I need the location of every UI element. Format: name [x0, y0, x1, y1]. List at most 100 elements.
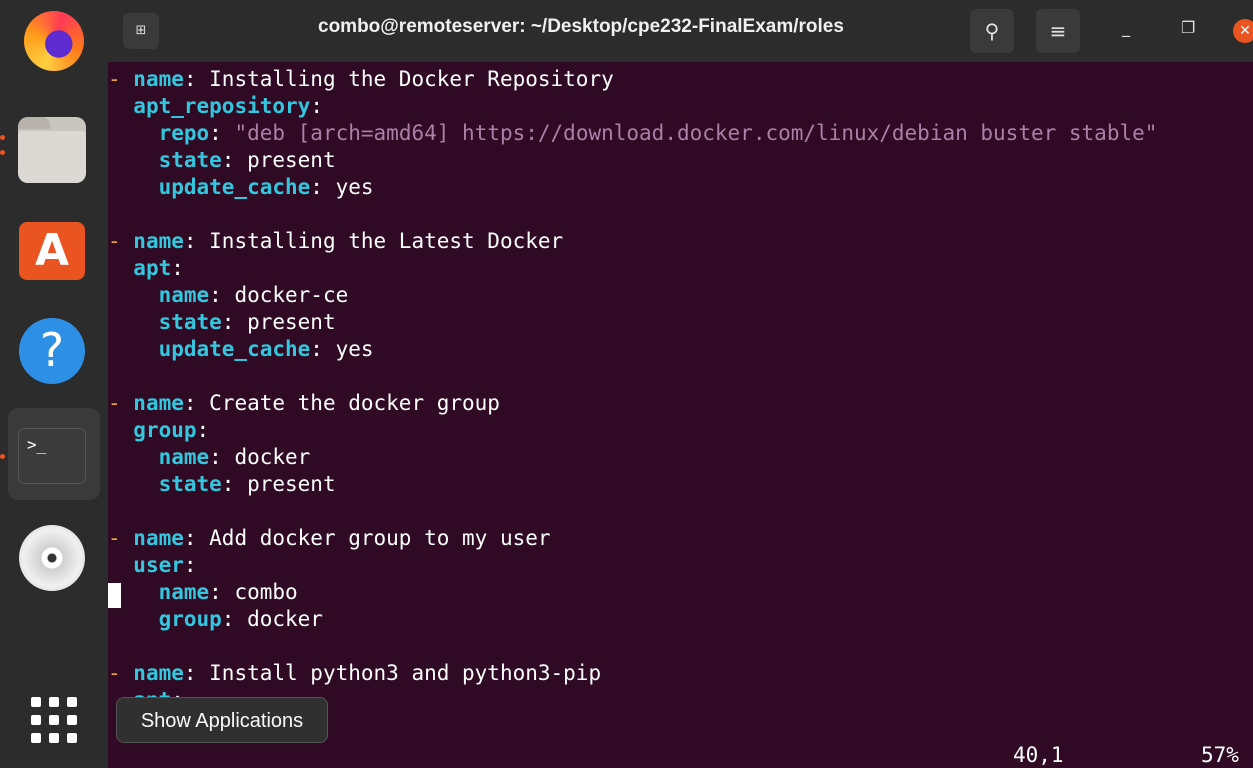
- app-grid-icon[interactable]: [31, 697, 77, 743]
- line-text: :: [196, 418, 210, 442]
- restore-button[interactable]: ❐: [1181, 18, 1195, 37]
- yaml-key: name: [133, 67, 184, 91]
- grid-dot: [49, 697, 59, 707]
- line-text: [108, 94, 133, 118]
- line-text: :: [209, 121, 235, 145]
- line-text: [108, 553, 133, 577]
- yaml-key: state: [158, 148, 222, 172]
- restore-icon: ❐: [1181, 18, 1196, 37]
- yaml-key: name: [158, 445, 210, 469]
- show-applications-tooltip: Show Applications: [116, 697, 328, 743]
- editor-line: name: docker: [108, 444, 311, 471]
- yaml-key: update_cache: [158, 337, 311, 361]
- help-glyph: ?: [39, 323, 65, 377]
- close-button[interactable]: ✕: [1233, 19, 1253, 43]
- yaml-key: name: [133, 526, 184, 550]
- line-text: : Installing the Docker Repository: [183, 67, 614, 91]
- line-text: : present: [221, 310, 336, 334]
- grid-dot: [67, 697, 77, 707]
- editor-line: repo: "deb [arch=amd64] https://download…: [108, 120, 1158, 147]
- line-text: [108, 175, 159, 199]
- grid-dot: [67, 715, 77, 725]
- optical-disc-icon[interactable]: [19, 525, 85, 591]
- new-tab-icon: ⊞: [135, 23, 147, 38]
- list-dash: -: [108, 67, 134, 91]
- editor-line: apt:: [108, 255, 184, 282]
- new-tab-button[interactable]: ⊞: [123, 13, 159, 49]
- editor-line: update_cache: yes: [108, 336, 374, 363]
- line-text: [108, 148, 159, 172]
- yaml-key: update_cache: [158, 175, 311, 199]
- help-icon[interactable]: ?: [19, 318, 85, 384]
- line-text: : Installing the Latest Docker: [183, 229, 564, 253]
- editor-line: state: present: [108, 471, 336, 498]
- grid-dot: [31, 715, 41, 725]
- yaml-key: name: [133, 661, 184, 685]
- terminal-icon[interactable]: >_: [18, 428, 86, 484]
- line-text: :: [171, 256, 184, 280]
- line-text: : Add docker group to my user: [183, 526, 551, 550]
- terminal-titlebar: ⊞ combo@remoteserver: ~/Desktop/cpe232-F…: [108, 0, 1253, 62]
- editor-line: name: combo: [108, 579, 298, 606]
- line-text: : present: [221, 148, 336, 172]
- list-dash: -: [108, 229, 134, 253]
- line-text: [108, 472, 159, 496]
- yaml-key: name: [158, 580, 210, 604]
- editor-line: state: present: [108, 309, 336, 336]
- yaml-key: user: [133, 553, 184, 577]
- dock: A ? >_: [0, 0, 108, 768]
- software-store-icon[interactable]: A: [19, 222, 85, 280]
- vim-editor[interactable]: - name: Installing the Docker Repository…: [108, 66, 1253, 746]
- line-text: :: [310, 94, 323, 118]
- files-icon[interactable]: [18, 117, 86, 183]
- cursor-position: 40,1: [1013, 743, 1064, 767]
- line-text: [108, 580, 159, 604]
- editor-line: group: docker: [108, 606, 323, 633]
- minimize-icon: _: [1122, 18, 1130, 37]
- line-text: [108, 256, 133, 280]
- line-text: [108, 310, 159, 334]
- terminal-glyph: >_: [27, 435, 47, 454]
- grid-dot: [31, 697, 41, 707]
- grid-dot: [31, 733, 41, 743]
- yaml-key: apt_repository: [133, 94, 311, 118]
- close-icon: ✕: [1239, 23, 1251, 39]
- editor-line: group:: [108, 417, 209, 444]
- yaml-key: group: [133, 418, 197, 442]
- line-text: : docker-ce: [209, 283, 349, 307]
- list-dash: -: [108, 661, 134, 685]
- line-text: : present: [221, 472, 336, 496]
- list-dash: -: [108, 391, 134, 415]
- line-text: [108, 337, 159, 361]
- running-indicator: [0, 135, 5, 140]
- file-percent: 57%: [1201, 743, 1239, 767]
- editor-line: user:: [108, 552, 197, 579]
- line-text: : Create the docker group: [183, 391, 500, 415]
- editor-line: update_cache: yes: [108, 174, 374, 201]
- line-text: [108, 283, 159, 307]
- hamburger-menu-icon: ≡: [1049, 19, 1067, 43]
- line-text: : docker: [221, 607, 323, 631]
- yaml-key: name: [158, 283, 210, 307]
- line-text: : docker: [209, 445, 311, 469]
- editor-line: state: present: [108, 147, 336, 174]
- yaml-key: group: [158, 607, 222, 631]
- running-indicator: [0, 454, 5, 459]
- editor-line: - name: Install python3 and python3-pip: [108, 660, 601, 687]
- line-text: [108, 121, 159, 145]
- yaml-key: repo: [158, 121, 210, 145]
- search-button[interactable]: ⚲: [970, 9, 1014, 53]
- minimize-button[interactable]: _: [1122, 18, 1130, 37]
- yaml-key: apt: [133, 256, 172, 280]
- list-dash: -: [108, 526, 134, 550]
- firefox-icon: [24, 11, 84, 71]
- editor-line: name: docker-ce: [108, 282, 349, 309]
- dock-item-firefox[interactable]: [8, 0, 100, 92]
- line-text: : Install python3 and python3-pip: [183, 661, 602, 685]
- grid-dot: [49, 715, 59, 725]
- hamburger-menu-button[interactable]: ≡: [1036, 9, 1080, 53]
- window-title: combo@remoteserver: ~/Desktop/cpe232-Fin…: [318, 16, 844, 37]
- software-store-glyph: A: [34, 225, 70, 276]
- editor-line: - name: Installing the Docker Repository: [108, 66, 614, 93]
- line-text: :: [183, 553, 197, 577]
